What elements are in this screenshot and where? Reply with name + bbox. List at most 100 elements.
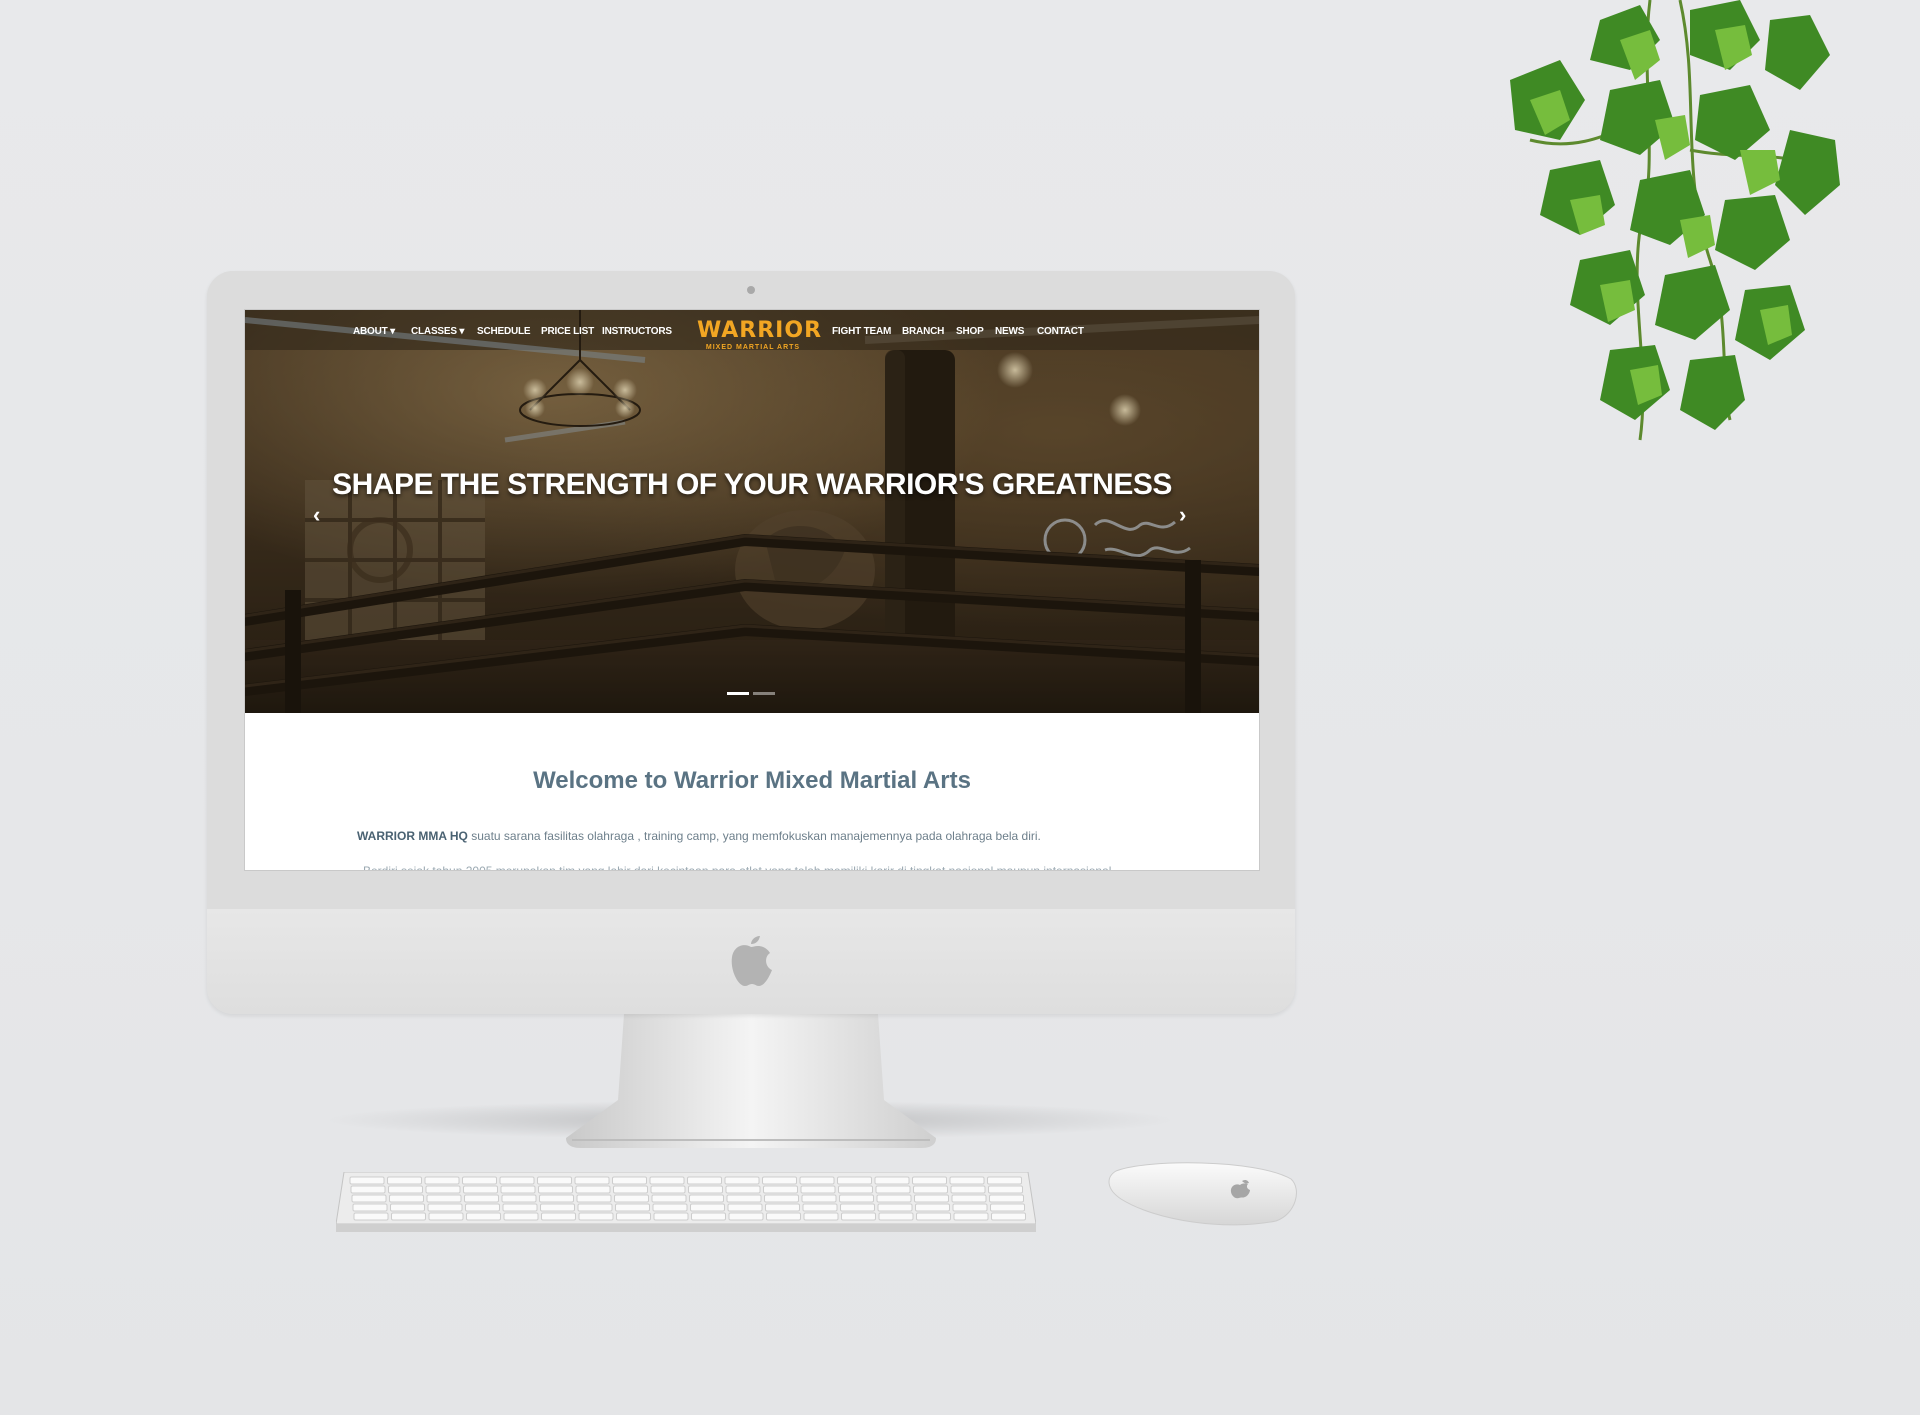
keyboard-key bbox=[949, 1176, 985, 1185]
intro-paragraph: WARRIOR MMA HQ suatu sarana fasilitas ol… bbox=[357, 829, 1177, 843]
keyboard-key bbox=[427, 1203, 463, 1212]
keyboard-key bbox=[725, 1185, 761, 1194]
keyboard-key bbox=[501, 1194, 537, 1203]
keyboard-key bbox=[877, 1203, 913, 1212]
keyboard-key bbox=[991, 1212, 1026, 1221]
keyboard bbox=[336, 1172, 1036, 1232]
keyboard-key bbox=[650, 1185, 686, 1194]
keyboard-key bbox=[801, 1194, 837, 1203]
keyboard-key bbox=[390, 1203, 425, 1212]
keyboard-key bbox=[690, 1203, 725, 1212]
keyboard-key bbox=[874, 1176, 910, 1185]
keyboard-key bbox=[502, 1203, 538, 1212]
keyboard-key bbox=[463, 1185, 498, 1194]
keyboard-key bbox=[802, 1203, 838, 1212]
keyboard-key bbox=[500, 1185, 536, 1194]
keyboard-key bbox=[766, 1212, 801, 1221]
keyboard-key bbox=[803, 1212, 839, 1221]
keyboard-key bbox=[912, 1176, 947, 1185]
keyboard-key bbox=[391, 1212, 426, 1221]
keyboard-key bbox=[727, 1203, 763, 1212]
keyboard-key bbox=[688, 1185, 723, 1194]
keyboard-key bbox=[575, 1185, 611, 1194]
keyboard-key bbox=[762, 1176, 797, 1185]
keyboard-key bbox=[837, 1176, 872, 1185]
keyboard-key bbox=[540, 1203, 575, 1212]
keyboard-key bbox=[950, 1185, 986, 1194]
keyboard-key bbox=[691, 1212, 726, 1221]
nav-classes[interactable]: CLASSES ▾ bbox=[411, 326, 464, 337]
slider-dot-1[interactable] bbox=[727, 692, 749, 695]
keyboard-key bbox=[574, 1176, 610, 1185]
keyboard-key bbox=[465, 1203, 500, 1212]
keyboard-key bbox=[988, 1185, 1023, 1194]
keyboard-key bbox=[689, 1194, 724, 1203]
nav-shop[interactable]: SHOP bbox=[956, 326, 984, 337]
keyboard-key bbox=[687, 1176, 722, 1185]
chevron-left-icon[interactable]: ‹ bbox=[313, 502, 320, 528]
ivy-plant-decoration bbox=[1510, 0, 1840, 441]
imac-stand bbox=[566, 1014, 936, 1148]
keyboard-key bbox=[616, 1212, 651, 1221]
keyboard-key bbox=[612, 1176, 647, 1185]
logo-wordmark: WARRIOR bbox=[697, 318, 823, 343]
keyboard-key bbox=[503, 1212, 539, 1221]
keyboard-key bbox=[649, 1176, 685, 1185]
keyboard-key bbox=[466, 1212, 501, 1221]
boxing-gym-scene bbox=[245, 310, 1259, 713]
keyboard-key bbox=[800, 1185, 836, 1194]
nav-fight-team[interactable]: FIGHT TEAM bbox=[832, 326, 891, 337]
keyboard-key bbox=[538, 1185, 573, 1194]
keyboard-key bbox=[425, 1185, 461, 1194]
website-screen: ABOUT ▾ CLASSES ▾ SCHEDULE PRICE LIST IN… bbox=[244, 309, 1260, 871]
slider-dot-2[interactable] bbox=[753, 692, 775, 695]
chevron-right-icon[interactable]: › bbox=[1179, 502, 1186, 528]
intro-strong: WARRIOR MMA HQ bbox=[357, 829, 468, 843]
nav-about[interactable]: ABOUT ▾ bbox=[353, 326, 395, 337]
keyboard-key bbox=[388, 1185, 423, 1194]
nav-schedule[interactable]: SCHEDULE bbox=[477, 326, 531, 337]
keyboard-key bbox=[841, 1212, 876, 1221]
keyboard-key bbox=[728, 1212, 764, 1221]
hero-headline: SHAPE THE STRENGTH OF YOUR WARRIOR'S GRE… bbox=[332, 468, 1172, 501]
nav-contact[interactable]: CONTACT bbox=[1037, 326, 1084, 337]
magic-mouse bbox=[1108, 1162, 1297, 1226]
nav-instructors[interactable]: INSTRUCTORS bbox=[602, 326, 672, 337]
keyboard-key bbox=[499, 1176, 535, 1185]
keyboard-key bbox=[351, 1194, 387, 1203]
keyboard-key bbox=[389, 1194, 424, 1203]
keyboard-key bbox=[653, 1212, 689, 1221]
keyboard-key bbox=[765, 1203, 800, 1212]
keyboard-key bbox=[615, 1203, 650, 1212]
keyboard-key bbox=[352, 1203, 388, 1212]
intro-text: suatu sarana fasilitas olahraga , traini… bbox=[467, 829, 1041, 843]
top-navigation: ABOUT ▾ CLASSES ▾ SCHEDULE PRICE LIST IN… bbox=[245, 310, 1259, 360]
keyboard-key bbox=[840, 1203, 875, 1212]
keyboard-key bbox=[952, 1203, 988, 1212]
keyboard-key bbox=[839, 1194, 874, 1203]
keyboard-key bbox=[578, 1212, 614, 1221]
keyboard-key bbox=[726, 1194, 762, 1203]
keyboard-key bbox=[462, 1176, 497, 1185]
keyboard-key bbox=[951, 1194, 987, 1203]
keyboard-key bbox=[913, 1185, 948, 1194]
keyboard-key bbox=[426, 1194, 462, 1203]
keyboard-key bbox=[613, 1185, 648, 1194]
keyboard-key bbox=[724, 1176, 760, 1185]
camera-dot bbox=[747, 286, 755, 294]
nav-price-list[interactable]: PRICE LIST bbox=[541, 326, 594, 337]
keyboard-key bbox=[764, 1194, 799, 1203]
keyboard-key bbox=[652, 1203, 688, 1212]
keyboard-key bbox=[541, 1212, 576, 1221]
keyboard-key bbox=[953, 1212, 989, 1221]
hero-slider: ABOUT ▾ CLASSES ▾ SCHEDULE PRICE LIST IN… bbox=[245, 310, 1259, 713]
keyboard-key bbox=[577, 1203, 613, 1212]
nav-news[interactable]: NEWS bbox=[995, 326, 1024, 337]
keyboard-key bbox=[387, 1176, 422, 1185]
intro-second-line: Berdiri sejak tahun 2005 merupakan tim y… bbox=[363, 862, 1163, 870]
keyboard-key bbox=[990, 1203, 1025, 1212]
keyboard-key bbox=[915, 1203, 950, 1212]
keyboard-key bbox=[987, 1176, 1022, 1185]
keyboard-key bbox=[350, 1185, 386, 1194]
nav-branch[interactable]: BRANCH bbox=[902, 326, 944, 337]
